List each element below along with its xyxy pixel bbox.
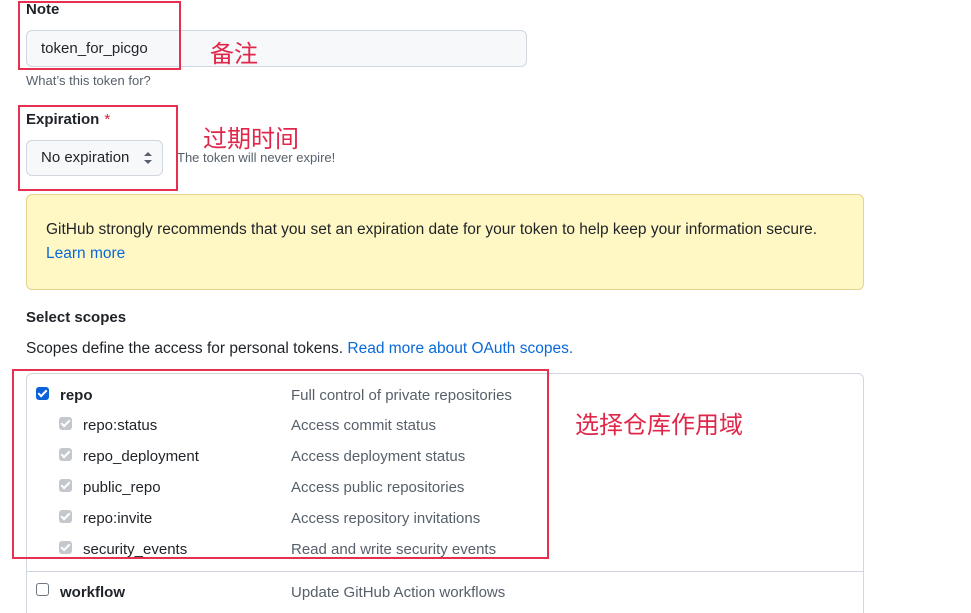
oauth-scopes-link[interactable]: Read more about OAuth scopes. bbox=[347, 340, 573, 357]
scopes-annotation-text: 选择仓库作用域 bbox=[575, 411, 743, 439]
note-hint: What’s this token for? bbox=[26, 73, 151, 88]
scopes-description: Scopes define the access for personal to… bbox=[26, 340, 573, 358]
table-divider bbox=[26, 571, 864, 572]
workflow-checkbox[interactable] bbox=[36, 583, 49, 596]
expiration-annotation-box bbox=[18, 105, 178, 191]
scopes-description-text: Scopes define the access for personal to… bbox=[26, 340, 344, 357]
learn-more-link[interactable]: Learn more bbox=[46, 245, 125, 262]
scope-name-workflow: workflow bbox=[60, 584, 126, 601]
expiration-warning-flash: GitHub strongly recommends that you set … bbox=[26, 194, 864, 290]
flash-message: GitHub strongly recommends that you set … bbox=[46, 221, 818, 238]
scope-desc-workflow: Update GitHub Action workflows bbox=[291, 584, 506, 601]
note-annotation-box bbox=[18, 1, 181, 70]
scopes-title: Select scopes bbox=[26, 309, 127, 326]
note-annotation-text: 备注 bbox=[210, 40, 258, 68]
expiration-annotation-text: 过期时间 bbox=[203, 125, 299, 153]
scopes-annotation-box bbox=[12, 369, 549, 559]
